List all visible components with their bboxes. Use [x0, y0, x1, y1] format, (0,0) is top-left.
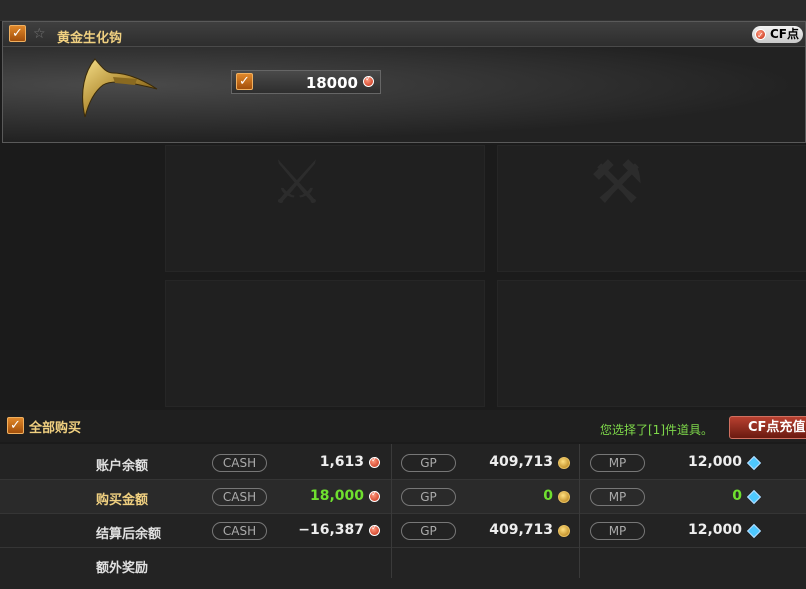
- selected-info: 您选择了[1]件道具。: [600, 423, 713, 437]
- mp-gem-icon: [746, 523, 762, 539]
- weapon-icon: [82, 58, 158, 118]
- recharge-button[interactable]: CF点充值: [729, 416, 806, 439]
- gp-coin-icon: [558, 491, 570, 503]
- shop-card: [165, 145, 485, 272]
- shop-card: [497, 145, 806, 272]
- weapon-icon: ⚔: [270, 148, 324, 218]
- cf-coin-icon: [369, 455, 380, 468]
- gp-value: 0: [543, 488, 553, 504]
- item-name: 黄金生化钩: [57, 31, 123, 46]
- row-label: 结算后余额: [96, 527, 162, 542]
- column-divider: [391, 444, 392, 578]
- checkbox-checked-icon: ✓: [239, 74, 250, 89]
- row-label: 账户余额: [96, 459, 149, 474]
- gp-coin-icon: [558, 457, 570, 469]
- cash-value: 18,000: [309, 488, 364, 504]
- gp-tag: GP: [401, 488, 456, 506]
- currency-chip-label: CF点: [769, 27, 799, 41]
- price-box[interactable]: ✓ 18000: [231, 70, 381, 94]
- balance-row-after: 结算后余额 CASH −16,387 GP 409,713 MP 12,000: [0, 514, 806, 548]
- cf-coin-icon: [363, 74, 374, 87]
- gp-value: 409,713: [489, 522, 553, 538]
- cash-value: 1,613: [319, 454, 364, 470]
- mp-tag: MP: [590, 522, 645, 540]
- cash-tag: CASH: [212, 522, 267, 540]
- shop-card: [497, 280, 806, 407]
- cf-coin-icon: [369, 489, 380, 502]
- weapon-icon: ⚒: [590, 148, 644, 218]
- item-checkbox[interactable]: ✓: [9, 25, 26, 42]
- item-header: ✓ ☆ 黄金生化钩 CF点: [3, 22, 805, 47]
- mp-value: 12,000: [687, 522, 742, 538]
- cash-value: −16,387: [298, 522, 364, 538]
- mp-gem-icon: [746, 455, 762, 471]
- item-body: [3, 47, 805, 142]
- star-icon[interactable]: ☆: [33, 26, 46, 42]
- cash-tag: CASH: [212, 488, 267, 506]
- gp-coin-icon: [558, 525, 570, 537]
- buy-all-row: ✓ 全部购买 您选择了[1]件道具。 CF点充值: [0, 410, 806, 442]
- cf-coin-icon: [754, 27, 766, 44]
- buy-all-label: 全部购买: [29, 421, 82, 436]
- balance-row-account: 账户余额 CASH 1,613 GP 409,713 MP 12,000: [0, 446, 806, 480]
- checkbox-checked-icon: ✓: [12, 26, 23, 41]
- balance-table: 账户余额 CASH 1,613 GP 409,713 MP 12,000 购买金…: [0, 444, 806, 589]
- gp-value: 409,713: [489, 454, 553, 470]
- item-panel: ✓ ☆ 黄金生化钩 CF点 ✓ 18000: [2, 21, 806, 143]
- item-price: 18000: [305, 74, 358, 92]
- mp-value: 0: [732, 488, 742, 504]
- currency-chip[interactable]: CF点: [751, 26, 803, 44]
- shop-tab-bar: [0, 0, 806, 21]
- cf-coin-icon: [369, 523, 380, 536]
- mp-value: 12,000: [687, 454, 742, 470]
- buy-all-checkbox[interactable]: ✓: [7, 417, 24, 434]
- shop-card: [165, 280, 485, 407]
- column-divider: [579, 444, 580, 578]
- mp-gem-icon: [746, 489, 762, 505]
- mp-tag: MP: [590, 488, 645, 506]
- mp-tag: MP: [590, 454, 645, 472]
- checkbox-checked-icon: ✓: [10, 418, 21, 433]
- row-label: 购买金额: [96, 493, 149, 508]
- balance-row-bonus: 额外奖励: [0, 548, 806, 581]
- balance-row-purchase: 购买金额 CASH 18,000 GP 0 MP 0: [0, 480, 806, 514]
- price-checkbox[interactable]: ✓: [236, 73, 253, 90]
- gp-tag: GP: [401, 454, 456, 472]
- cash-tag: CASH: [212, 454, 267, 472]
- gp-tag: GP: [401, 522, 456, 540]
- row-label: 额外奖励: [96, 561, 149, 576]
